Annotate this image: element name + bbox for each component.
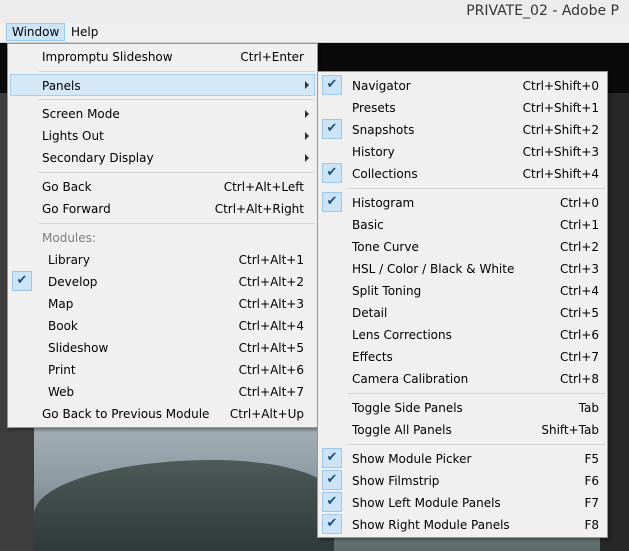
- panel-item-navigator[interactable]: ✔ Navigator Ctrl+Shift+0: [320, 75, 605, 97]
- menu-item-panels[interactable]: Panels: [10, 74, 315, 96]
- panel-item-tone-curve[interactable]: Tone Curve Ctrl+2: [320, 236, 605, 258]
- menu-separator: [348, 444, 605, 445]
- checkmark-icon: ✔: [322, 492, 342, 512]
- panel-item-split-toning[interactable]: Split Toning Ctrl+4: [320, 280, 605, 302]
- submenu-arrow-icon: [305, 132, 309, 140]
- panel-item-toggle-all-panels[interactable]: Toggle All Panels Shift+Tab: [320, 419, 605, 441]
- panel-item-presets[interactable]: Presets Ctrl+Shift+1: [320, 97, 605, 119]
- checkmark-icon: ✔: [322, 163, 342, 183]
- panel-item-hsl-color-bw[interactable]: HSL / Color / Black & White Ctrl+3: [320, 258, 605, 280]
- panel-item-histogram[interactable]: ✔ Histogram Ctrl+0: [320, 192, 605, 214]
- checkmark-icon: ✔: [322, 470, 342, 490]
- window-title-bar: PRIVATE_02 - Adobe P: [0, 0, 629, 23]
- menu-item-screen-mode[interactable]: Screen Mode: [10, 103, 315, 125]
- panel-item-toggle-side-panels[interactable]: Toggle Side Panels Tab: [320, 397, 605, 419]
- menu-item-impromptu-slideshow[interactable]: Impromptu Slideshow Ctrl+Enter: [10, 46, 315, 68]
- menu-separator: [348, 393, 605, 394]
- menubar-window[interactable]: Window: [6, 23, 66, 41]
- panel-item-collections[interactable]: ✔ Collections Ctrl+Shift+4: [320, 163, 605, 185]
- window-title: PRIVATE_02 - Adobe P: [466, 3, 619, 19]
- checkmark-icon: ✔: [12, 271, 32, 291]
- panel-item-effects[interactable]: Effects Ctrl+7: [320, 346, 605, 368]
- checkmark-icon: ✔: [322, 448, 342, 468]
- menu-separator: [348, 188, 605, 189]
- menu-item-go-forward[interactable]: Go Forward Ctrl+Alt+Right: [10, 198, 315, 220]
- panel-item-camera-calibration[interactable]: Camera Calibration Ctrl+8: [320, 368, 605, 390]
- submenu-arrow-icon: [305, 110, 309, 118]
- menu-header-modules: Modules:: [42, 231, 96, 245]
- panel-item-lens-corrections[interactable]: Lens Corrections Ctrl+6: [320, 324, 605, 346]
- menubar-help[interactable]: Help: [66, 24, 103, 40]
- menu-item-module-slideshow[interactable]: Slideshow Ctrl+Alt+5: [10, 337, 315, 359]
- menu-item-go-back-previous-module[interactable]: Go Back to Previous Module Ctrl+Alt+Up: [10, 403, 315, 425]
- menu-item-go-back[interactable]: Go Back Ctrl+Alt+Left: [10, 176, 315, 198]
- menu-item-module-map[interactable]: Map Ctrl+Alt+3: [10, 293, 315, 315]
- menu-separator: [38, 172, 315, 173]
- checkmark-icon: ✔: [322, 75, 342, 95]
- checkmark-icon: ✔: [322, 119, 342, 139]
- menu-separator: [38, 71, 315, 72]
- menu-item-lights-out[interactable]: Lights Out: [10, 125, 315, 147]
- checkmark-icon: ✔: [322, 514, 342, 534]
- panel-item-show-module-picker[interactable]: ✔ Show Module Picker F5: [320, 448, 605, 470]
- menu-item-module-library[interactable]: Library Ctrl+Alt+1: [10, 249, 315, 271]
- panels-submenu: ✔ Navigator Ctrl+Shift+0 Presets Ctrl+Sh…: [317, 71, 608, 538]
- submenu-arrow-icon: [305, 154, 309, 162]
- menu-item-module-develop[interactable]: ✔ Develop Ctrl+Alt+2: [10, 271, 315, 293]
- panel-item-show-filmstrip[interactable]: ✔ Show Filmstrip F6: [320, 470, 605, 492]
- menu-separator: [38, 99, 315, 100]
- panel-item-show-left-module-panels[interactable]: ✔ Show Left Module Panels F7: [320, 492, 605, 514]
- window-menu: Impromptu Slideshow Ctrl+Enter Panels Sc…: [7, 43, 318, 428]
- submenu-arrow-icon: [305, 81, 309, 89]
- checkmark-icon: ✔: [322, 192, 342, 212]
- menu-separator: [38, 223, 315, 224]
- menu-item-module-web[interactable]: Web Ctrl+Alt+7: [10, 381, 315, 403]
- menu-bar: Window Help: [0, 23, 629, 43]
- panel-item-show-right-module-panels[interactable]: ✔ Show Right Module Panels F8: [320, 514, 605, 536]
- panel-item-history[interactable]: History Ctrl+Shift+3: [320, 141, 605, 163]
- panel-item-snapshots[interactable]: ✔ Snapshots Ctrl+Shift+2: [320, 119, 605, 141]
- panel-item-basic[interactable]: Basic Ctrl+1: [320, 214, 605, 236]
- menu-item-secondary-display[interactable]: Secondary Display: [10, 147, 315, 169]
- menu-item-module-book[interactable]: Book Ctrl+Alt+4: [10, 315, 315, 337]
- menu-item-module-print[interactable]: Print Ctrl+Alt+6: [10, 359, 315, 381]
- panel-item-detail[interactable]: Detail Ctrl+5: [320, 302, 605, 324]
